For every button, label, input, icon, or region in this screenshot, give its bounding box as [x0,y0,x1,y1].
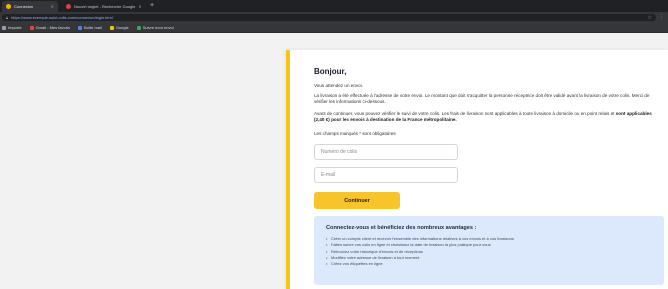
bookmark-icon [29,25,34,30]
benefit-item: Créez vos étiquettes en ligne [326,261,652,268]
intro-text: Vous attendez un envoi. [314,83,364,88]
new-tab-button[interactable]: + [147,1,157,11]
close-tab-icon[interactable]: ✕ [48,4,54,9]
bookmark-label: Gmail - Mes favoris [35,25,71,30]
bookmark-label: Importé [8,25,22,30]
delivery-paragraph: La livraison a été effectuée à l'adresse… [314,93,650,104]
login-card: Bonjour, Vous attendez un envoi. La livr… [286,50,668,289]
greeting-heading: Bonjour, [314,67,347,76]
url-text[interactable]: https://www.exemple-suivi-colis.com/conn… [11,15,113,20]
bookmark-item[interactable]: Suivre mon envoi [136,25,174,30]
address-bar[interactable]: 🔒︎ https://www.exemple-suivi-colis.com/c… [2,14,656,21]
bookmark-icon [78,25,83,30]
benefits-list: Créer un compte client et recevoir l'ens… [326,236,652,268]
tab-active[interactable]: Connexion ✕ [2,1,58,12]
close-tab-icon[interactable]: ✕ [135,4,141,9]
browser-tab-bar: Connexion ✕ Nouvel onglet - Recherche Go… [0,0,668,12]
bookmark-item[interactable]: Importé [2,25,22,30]
bookmark-label: Google [115,25,129,30]
email-input[interactable] [314,167,458,183]
benefits-title: Connectez-vous et bénéficiez des nombreu… [326,225,477,231]
tab-title: Connexion [14,4,34,9]
tab-inactive[interactable]: Nouvel onglet - Recherche Google ✕ [62,1,144,12]
bookmarks-bar: Importé Gmail - Mes favoris Boîte mail G… [0,23,668,33]
fees-paragraph-text: Avant de continuer, vous pouvez vérifier… [314,111,615,116]
continue-button[interactable]: Continuer [314,192,400,209]
browser-toolbar: 🔒︎ https://www.exemple-suivi-colis.com/c… [0,12,668,23]
bookmark-item[interactable]: Boîte mail [78,25,102,30]
benefits-box: Connectez-vous et bénéficiez des nombreu… [314,216,664,285]
bookmark-star-icon[interactable]: ☆ [648,15,652,21]
bookmark-item[interactable]: Google [109,25,129,30]
tab-title: Nouvel onglet - Recherche Google [74,4,136,9]
tracking-number-input[interactable] [314,144,458,160]
bookmark-icon [2,25,6,30]
lock-icon: 🔒︎ [6,15,9,20]
bookmark-label: Boîte mail [84,25,102,30]
bookmark-label: Suivre mon envoi [142,25,174,30]
tab-favicon-icon [66,4,71,9]
required-fields-note: Les champs marqués * sont obligatoires [314,131,396,136]
bookmark-item[interactable]: Gmail - Mes favoris [29,25,71,30]
browser-menu-icon[interactable]: ⋮ [659,14,664,20]
page-content: Bonjour, Vous attendez un envoi. La livr… [0,33,668,289]
fees-paragraph: Avant de continuer, vous pouvez vérifier… [314,111,662,123]
bookmark-icon [109,25,114,30]
tab-favicon-icon [6,4,11,9]
bookmark-icon [136,25,141,30]
